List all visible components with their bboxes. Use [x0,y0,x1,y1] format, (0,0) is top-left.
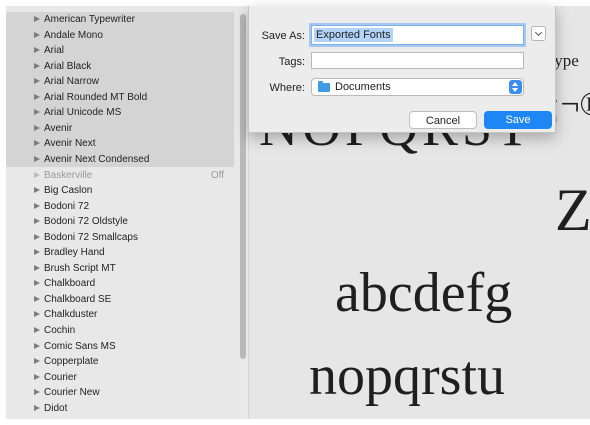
font-name: Chalkboard SE [44,293,112,305]
disclosure-triangle-icon[interactable] [34,218,40,225]
disclosure-triangle-icon[interactable] [34,342,40,349]
save-as-label: Save As: [261,30,305,42]
font-name: Bodoni 72 Smallcaps [44,231,138,243]
disclosure-triangle-icon[interactable] [34,31,40,38]
folder-icon [318,81,330,92]
font-name: Bodoni 72 [44,200,90,212]
cancel-button[interactable]: Cancel [409,111,477,129]
font-list-item[interactable]: Bradley Hand [6,245,234,261]
font-list-item[interactable]: Didot [6,401,234,417]
font-name: Avenir Next Condensed [44,153,150,165]
disclosure-triangle-icon[interactable] [34,264,40,271]
font-name: Arial Unicode MS [44,107,122,119]
font-name: Avenir [44,122,73,134]
disclosure-triangle-icon[interactable] [34,389,40,396]
font-list-item[interactable]: Arial Unicode MS [6,105,234,121]
preview-lowercase-line-2: nopqrstu [309,345,505,407]
font-list-item[interactable]: Chalkboard SE [6,292,234,308]
font-list-item[interactable]: Courier [6,370,234,386]
font-list-item[interactable]: Copperplate [6,354,234,370]
font-name: Arial Narrow [44,76,100,88]
save-button[interactable]: Save [484,111,552,129]
disclosure-triangle-icon[interactable] [34,171,40,178]
font-list-item[interactable]: Arial [6,43,234,59]
font-name: Comic Sans MS [44,340,116,352]
disclosure-triangle-icon[interactable] [34,233,40,240]
disclosure-triangle-icon[interactable] [34,155,40,162]
font-list-item[interactable]: Avenir [6,120,234,137]
font-list-item[interactable]: Bodoni 72 Smallcaps [6,230,234,246]
save-as-value[interactable]: Exported Fonts [314,28,393,42]
save-dialog: Save As: Exported Fonts Tags: Where: Doc… [248,6,556,133]
font-name: Andale Mono [44,29,103,41]
font-list-item[interactable]: Brush Script MT [6,261,234,277]
expand-dialog-button[interactable] [531,26,546,41]
disclosure-triangle-icon[interactable] [34,62,40,69]
font-list-item[interactable]: Cochin [6,323,234,339]
font-name: American Typewriter [44,14,135,25]
font-list-item[interactable]: Courier New [6,385,234,401]
font-name: Big Caslon [44,185,93,197]
disclosure-triangle-icon[interactable] [34,16,40,22]
font-name: Bradley Hand [44,247,105,259]
font-list-item[interactable]: American Typewriter [6,12,234,28]
font-list-scrollbar[interactable] [240,14,246,359]
font-list-item[interactable]: Arial Rounded MT Bold [6,89,234,106]
disclosure-triangle-icon[interactable] [34,78,40,85]
font-list-item[interactable]: Andale Mono [6,27,234,44]
font-list-item[interactable]: Avenir Next [6,136,234,152]
disclosure-triangle-icon[interactable] [34,311,40,318]
font-name: Copperplate [44,356,99,368]
disclosure-triangle-icon[interactable] [34,327,40,333]
font-name: Cochin [44,325,76,336]
disclosure-triangle-icon[interactable] [34,373,40,380]
font-name: Arial Black [44,60,92,72]
preview-lowercase-line-1: abcdefg [335,262,513,324]
up-down-arrows-icon [509,80,522,94]
where-label: Where: [269,82,305,94]
font-list-item[interactable]: Bodoni 72 [6,199,234,215]
save-as-field[interactable]: Exported Fonts [311,25,524,45]
tags-field[interactable] [311,52,524,69]
disclosure-triangle-icon[interactable] [34,124,40,131]
font-name: Baskerville [44,169,93,181]
preview-uppercase-z: Z [555,177,590,243]
font-list-item[interactable]: Chalkduster [6,307,234,323]
disclosure-triangle-icon[interactable] [34,249,40,256]
disclosure-triangle-icon[interactable] [34,140,40,147]
disclosure-triangle-icon[interactable] [34,202,40,209]
tags-label: Tags: [278,56,305,68]
font-name: Avenir Next [44,138,96,150]
font-list-item[interactable]: Arial Black [6,58,234,75]
disclosure-triangle-icon[interactable] [34,47,40,54]
font-name: Arial [44,45,65,57]
font-list-item[interactable]: Avenir Next Condensed [6,151,234,168]
disclosure-triangle-icon[interactable] [34,280,40,287]
disclosure-triangle-icon[interactable] [34,93,40,100]
font-list-item[interactable]: Chalkboard [6,276,234,292]
disclosure-triangle-icon[interactable] [34,404,40,411]
font-list-item[interactable]: Arial Narrow [6,74,234,90]
font-name: Arial Rounded MT Bold [44,91,148,103]
disclosure-triangle-icon[interactable] [34,358,40,365]
where-location-popup[interactable]: Documents [311,78,524,96]
font-list-item[interactable]: Big Caslon [6,183,234,199]
font-name: Courier [44,371,77,383]
font-status: Off [210,169,224,181]
where-value: Documents [335,81,391,93]
font-list-item[interactable]: Comic Sans MS [6,339,234,355]
font-name: Brush Script MT [44,262,116,274]
font-name: Chalkduster [44,309,98,321]
disclosure-triangle-icon[interactable] [34,295,40,302]
disclosure-triangle-icon[interactable] [34,187,40,194]
font-list-item[interactable]: Baskerville Off [6,168,234,184]
font-list: American Typewriter Andale Mono Arial Arial… [6,6,237,419]
disclosure-triangle-icon[interactable] [34,109,40,116]
font-list-item[interactable]: Bodoni 72 Oldstyle [6,214,234,230]
font-name: Didot [44,402,68,414]
font-name: Bodoni 72 Oldstyle [44,216,128,228]
font-name: Chalkboard [44,278,96,290]
font-name: Courier New [44,387,100,399]
